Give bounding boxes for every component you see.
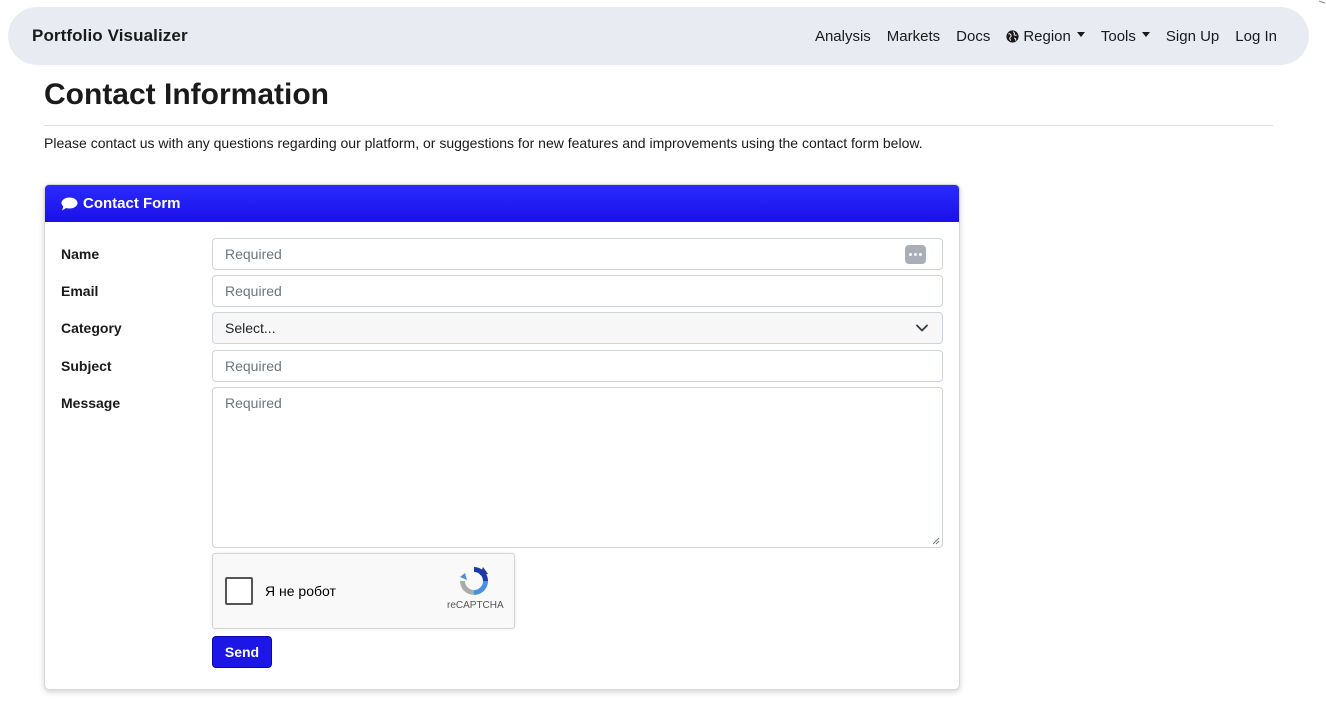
message-placeholder: Required	[225, 395, 282, 411]
recaptcha-label: Я не робот	[265, 583, 336, 599]
category-value: Select...	[225, 320, 276, 336]
name-placeholder: Required	[225, 246, 282, 262]
email-label: Email	[61, 283, 99, 299]
category-row: Category Select...	[61, 312, 943, 344]
category-select[interactable]: Select...	[212, 312, 943, 344]
nav-item-label: Log In	[1235, 27, 1277, 45]
caret-down-icon	[1141, 31, 1150, 37]
recaptcha-brand-text: reCAPTCHA	[447, 600, 504, 611]
recaptcha-checkbox[interactable]	[225, 577, 253, 605]
chat-bubble-icon	[61, 197, 78, 210]
name-input[interactable]: Required	[212, 238, 943, 270]
caret-down-icon	[1076, 31, 1085, 37]
nav-item-label: Markets	[886, 27, 941, 45]
contact-form-header: Contact Form	[45, 185, 959, 222]
send-button[interactable]: Send	[212, 636, 272, 668]
scrollbar-corner	[1318, 0, 1326, 4]
subject-placeholder: Required	[225, 358, 282, 374]
nav-item-label: Analysis	[814, 27, 871, 45]
recaptcha-logo-icon	[460, 567, 488, 595]
top-navbar: Portfolio Visualizer Analysis Markets Do…	[8, 7, 1309, 65]
nav-item-log-in[interactable]: Log In	[1227, 28, 1285, 45]
message-textarea[interactable]: Required	[212, 387, 943, 548]
email-placeholder: Required	[225, 283, 282, 299]
nav-menu: Analysis Markets Docs Region Tools Sign …	[807, 28, 1285, 45]
nav-item-sign-up[interactable]: Sign Up	[1158, 28, 1227, 45]
nav-item-label: Docs	[956, 27, 991, 45]
page-title: Contact Information	[44, 78, 329, 111]
subject-row: Subject Required	[61, 350, 943, 382]
contact-form-title: Contact Form	[83, 195, 181, 212]
email-input[interactable]: Required	[212, 275, 943, 307]
email-row: Email Required	[61, 275, 943, 307]
autofill-menu-icon[interactable]	[905, 245, 926, 264]
nav-item-region[interactable]: Region	[998, 28, 1093, 45]
brand-logo-text[interactable]: Portfolio Visualizer	[32, 26, 188, 46]
nav-item-markets[interactable]: Markets	[879, 28, 948, 45]
name-label: Name	[61, 246, 100, 262]
nav-item-label: Tools	[1100, 27, 1136, 45]
resize-handle-icon[interactable]	[932, 537, 940, 545]
contact-form-card: Contact Form Name Required Email Require…	[44, 184, 960, 690]
nav-item-label: Sign Up	[1165, 27, 1220, 45]
message-row: Message Required	[61, 387, 943, 548]
recaptcha-widget: Я не робот reCAPTCHA	[212, 553, 515, 629]
category-label: Category	[61, 320, 122, 336]
globe-icon	[1006, 29, 1019, 43]
chevron-down-icon	[916, 324, 928, 332]
title-divider	[44, 125, 1273, 126]
nav-item-tools[interactable]: Tools	[1093, 28, 1158, 45]
nav-item-label: Region	[1023, 27, 1071, 45]
nav-item-docs[interactable]: Docs	[948, 28, 998, 45]
message-label: Message	[61, 395, 121, 411]
subject-label: Subject	[61, 358, 112, 374]
intro-text: Please contact us with any questions reg…	[44, 135, 923, 151]
name-row: Name Required	[61, 238, 943, 270]
nav-item-analysis[interactable]: Analysis	[807, 28, 879, 45]
subject-input[interactable]: Required	[212, 350, 943, 382]
